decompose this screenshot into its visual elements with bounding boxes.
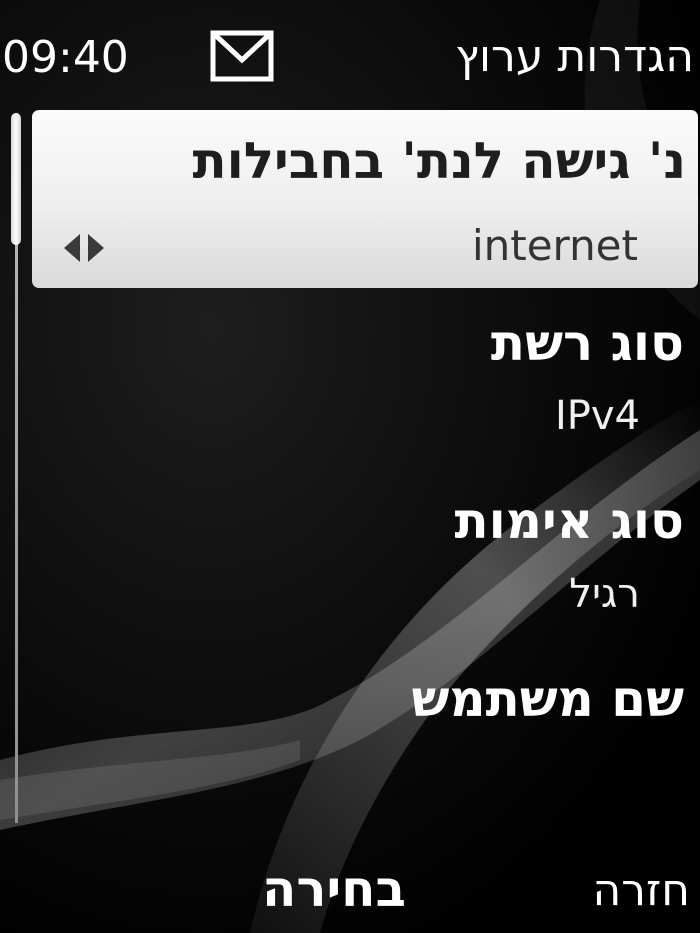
left-right-arrows-icon[interactable] xyxy=(60,230,108,266)
list-item-label: נ' גישה לנת' בחבילות xyxy=(192,132,686,190)
list-item-value: IPv4 xyxy=(554,393,640,439)
page-title: הגדרות ערוץ xyxy=(455,31,694,82)
list-item-authentication-type[interactable]: סוג אימות רגיל xyxy=(44,490,684,660)
list-item-label: שם משתמש xyxy=(411,670,685,728)
status-bar: 09:40 הגדרות ערוץ xyxy=(0,0,700,110)
list-item-network-type[interactable]: סוג רשת IPv4 xyxy=(44,312,684,482)
list-item-label: סוג אימות xyxy=(454,492,684,550)
select-softkey[interactable]: בחירה xyxy=(262,858,406,920)
list-item-label: סוג רשת xyxy=(490,314,684,372)
list-item-value: internet xyxy=(471,221,638,270)
scrollbar[interactable] xyxy=(11,113,21,823)
envelope-icon[interactable] xyxy=(210,30,274,82)
back-softkey[interactable]: חזרה xyxy=(592,862,690,920)
clock: 09:40 xyxy=(2,32,129,83)
list-item-packet-access-point[interactable]: נ' גישה לנת' בחבילות internet xyxy=(32,110,698,288)
scrollbar-thumb[interactable] xyxy=(11,113,21,245)
softkey-bar: בחירה חזרה xyxy=(0,840,700,933)
list-item-username[interactable]: שם משתמש xyxy=(44,668,685,738)
phone-screen: 09:40 הגדרות ערוץ נ' גישה לנת' בחבילות i… xyxy=(0,0,700,933)
list-item-value: רגיל xyxy=(569,571,640,617)
